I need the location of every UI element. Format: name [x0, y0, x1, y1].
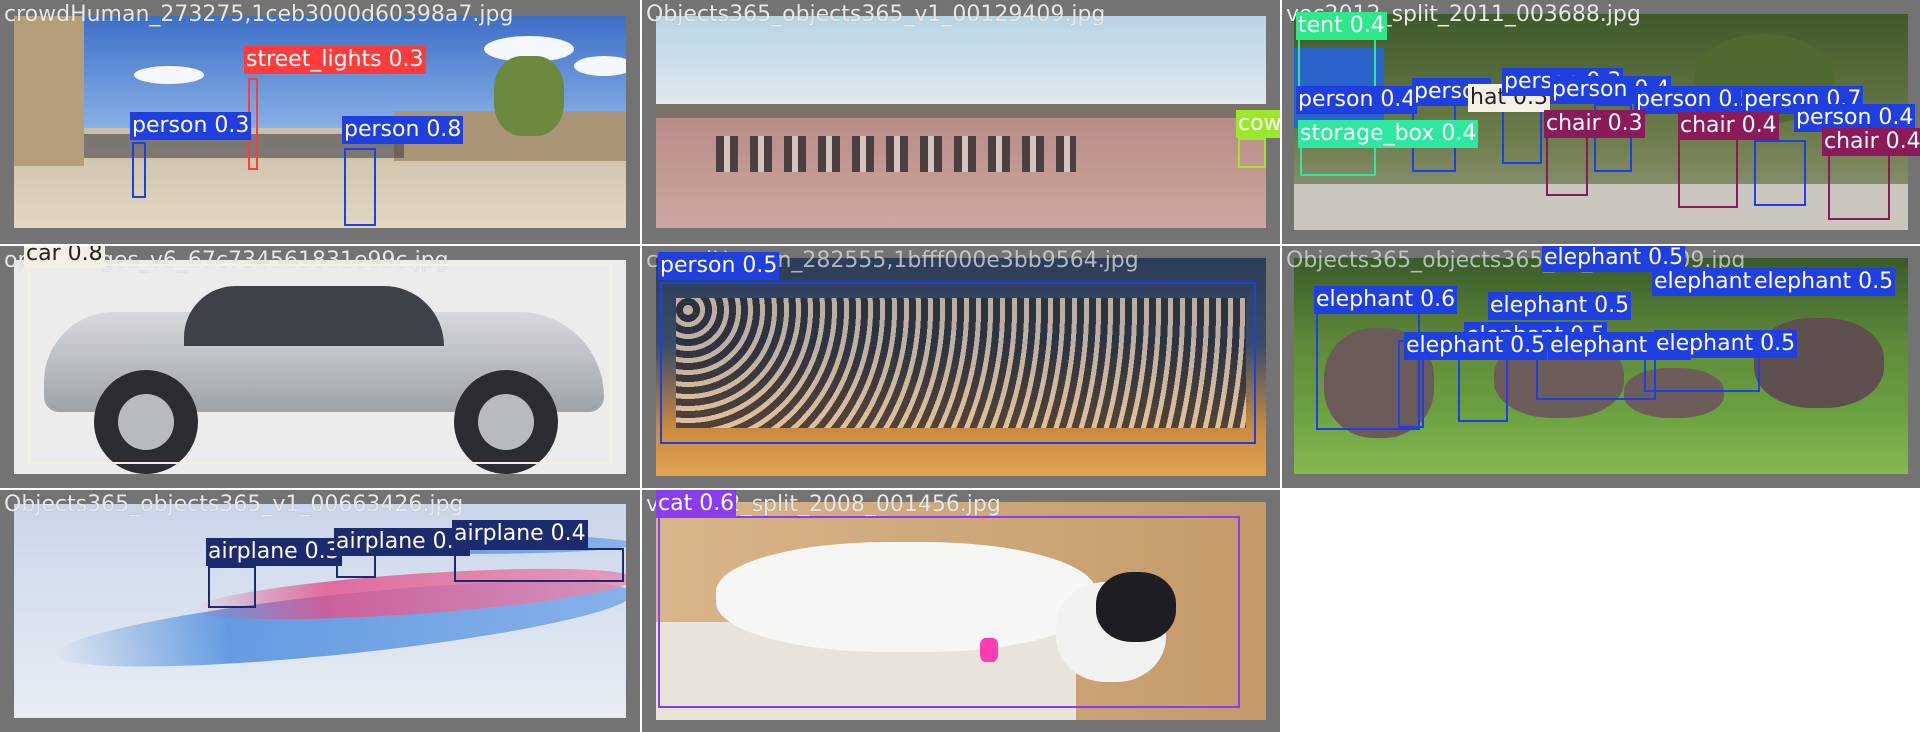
detection-label-tent: tent 0.4	[1296, 12, 1387, 40]
bounding-box-airplane[interactable]	[454, 548, 624, 582]
detection-label-elephant: elephant 0.5	[1404, 332, 1548, 360]
image-filename: Objects365_objects365_v1_00663426.jpg	[4, 492, 464, 517]
detection-label-person: person 0.8	[342, 116, 464, 144]
detection-label-storage-box: storage_box 0.4	[1298, 120, 1479, 148]
result-tile[interactable]: Objects365_objects365_v1_00129409.jpg co…	[642, 0, 1280, 244]
detection-label-person: person 0.3	[130, 112, 252, 140]
detection-label-street-lights: street_lights 0.3	[244, 46, 426, 74]
detection-label-airplane: airplane 0.3	[206, 538, 342, 566]
detection-label-elephant: elephant 0.6	[1314, 286, 1458, 314]
result-tile[interactable]: Objects365_objects365_v1_00129409.jpg el…	[1282, 246, 1920, 488]
bounding-box-person[interactable]	[660, 282, 1256, 444]
detection-label-car: car 0.8	[24, 246, 105, 268]
bounding-box-person[interactable]	[1754, 140, 1806, 206]
detection-label-elephant: elephant 0.5	[1654, 330, 1798, 358]
bounding-box-chair[interactable]	[1546, 134, 1588, 196]
detection-label-person: person 0.5	[658, 252, 780, 280]
result-tile[interactable]: crowdHuman_282555,1bfff000e3bb9564.jpg p…	[642, 246, 1280, 488]
bounding-box-person[interactable]	[132, 142, 146, 198]
detection-label-elephant: elephant 0.5	[1488, 292, 1632, 320]
detection-label-chair: chair 0.4	[1678, 112, 1779, 140]
tile-image	[656, 16, 1266, 228]
bounding-box-airplane[interactable]	[208, 566, 256, 608]
bounding-box-person[interactable]	[344, 148, 376, 226]
image-filename: Objects365_objects365_v1_00129409.jpg	[646, 2, 1106, 27]
result-tile[interactable]: voc2012_split_2011_003688.jpg tent 0.4 p…	[1282, 0, 1920, 244]
detection-label-cow: cow	[1236, 110, 1280, 138]
bounding-box-cow[interactable]	[1238, 138, 1266, 168]
detection-label-airplane: airplane 0.4	[334, 528, 470, 556]
detection-results-grid: crowdHuman_273275,1ceb3000d60398a7.jpg s…	[0, 0, 1920, 732]
bounding-box-chair[interactable]	[1678, 136, 1738, 208]
detection-label-chair: chair 0.4	[1822, 128, 1920, 156]
image-filename: crowdHuman_273275,1ceb3000d60398a7.jpg	[4, 2, 514, 27]
result-tile[interactable]: voc2012_split_2008_001456.jpg cat 0.6	[642, 490, 1280, 732]
bounding-box-cat[interactable]	[658, 516, 1240, 708]
bounding-box-airplane[interactable]	[336, 554, 376, 578]
detection-label-person: person 0.5	[1634, 86, 1756, 114]
detection-label-person: person 0.4	[1296, 86, 1418, 114]
result-tile[interactable]: openimages_v6_67c734561831e99c.jpg car 0…	[0, 246, 640, 488]
detection-label-airplane: airplane 0.4	[452, 520, 588, 548]
bounding-box-car[interactable]	[28, 264, 612, 464]
result-tile[interactable]: Objects365_objects365_v1_00663426.jpg ai…	[0, 490, 640, 732]
detection-label-elephant: elephant 0.5	[1752, 268, 1896, 296]
result-tile[interactable]: crowdHuman_273275,1ceb3000d60398a7.jpg s…	[0, 0, 640, 244]
bounding-box-chair[interactable]	[1828, 150, 1890, 220]
detection-label-chair: chair 0.3	[1544, 110, 1645, 138]
detection-label-cat: cat 0.6	[656, 490, 737, 518]
